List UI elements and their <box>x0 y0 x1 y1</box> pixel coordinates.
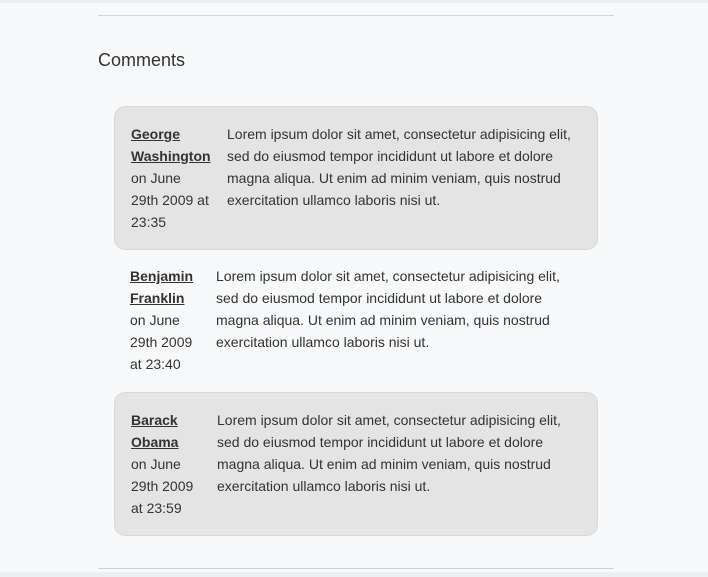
comment-author-link[interactable]: Barack Obama <box>131 409 201 453</box>
page-top-strip <box>0 0 708 3</box>
comment-date: on June 29th 2009 at 23:35 <box>131 170 209 230</box>
comment-date: on June 29th 2009 at 23:59 <box>131 456 194 516</box>
comment-text: Lorem ipsum dolor sit amet, consectetur … <box>216 268 560 350</box>
page-bottom-strip <box>0 572 708 577</box>
comment-author-link[interactable]: Benjamin Franklin <box>130 265 200 309</box>
comment-author-link[interactable]: George Washington <box>131 123 211 167</box>
comment-meta: Benjamin Franklin on June 29th 2009 at 2… <box>130 265 200 378</box>
comment-text: Lorem ipsum dolor sit amet, consectetur … <box>217 412 561 494</box>
comment-date: on June 29th 2009 at 23:40 <box>130 312 193 372</box>
comment-meta: Barack Obama on June 29th 2009 at 23:59 <box>131 409 201 535</box>
top-divider <box>98 15 614 16</box>
comment-benjamin-franklin: Benjamin Franklin on June 29th 2009 at 2… <box>114 265 598 378</box>
comment-text: Lorem ipsum dolor sit amet, consectetur … <box>227 126 571 208</box>
comment-meta: George Washington on June 29th 2009 at 2… <box>131 123 211 249</box>
comment-barack-obama: Barack Obama on June 29th 2009 at 23:59 … <box>114 392 598 536</box>
bottom-divider <box>98 568 614 569</box>
comments-heading: Comments <box>98 50 186 70</box>
comment-george-washington: George Washington on June 29th 2009 at 2… <box>114 106 598 250</box>
